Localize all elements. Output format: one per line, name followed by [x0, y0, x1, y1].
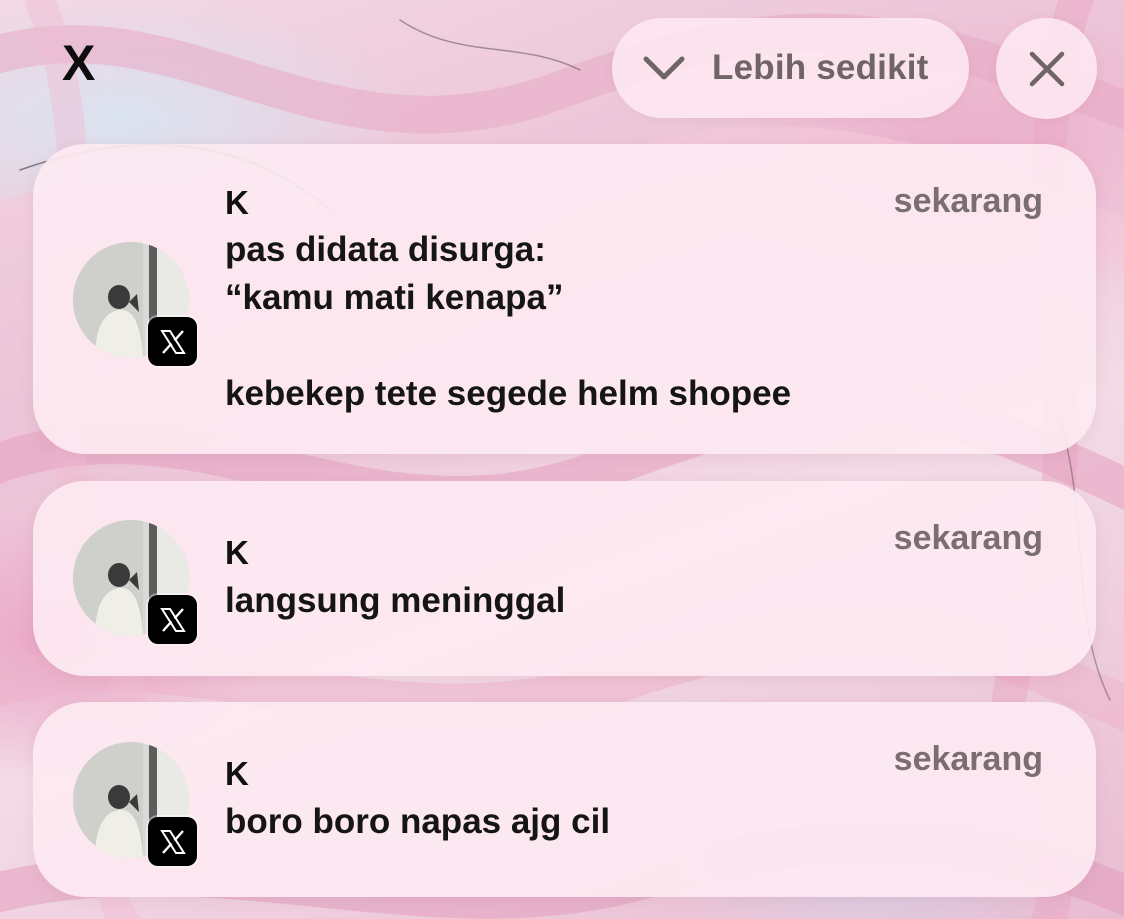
x-logo-icon — [148, 317, 197, 366]
message-line: kebekep tete segede helm shopee — [225, 374, 792, 413]
message-line: boro boro napas ajg cil — [225, 802, 611, 841]
notification-card[interactable]: K sekarang pas didata disurga: “kamu mat… — [33, 144, 1096, 454]
close-icon — [1029, 51, 1064, 86]
show-less-label: Lebih sedikit — [712, 48, 929, 87]
notification-message: boro boro napas ajg cil — [225, 804, 610, 852]
notification-sender: K — [225, 184, 249, 221]
message-line: pas didata disurga: — [225, 230, 546, 269]
clear-notifications-button[interactable] — [996, 18, 1097, 119]
notification-message: langsung meninggal — [225, 583, 565, 631]
show-less-button[interactable]: Lebih sedikit — [612, 18, 969, 118]
notification-card[interactable]: K sekarang boro boro napas ajg cil — [33, 702, 1096, 897]
message-line — [225, 328, 791, 376]
app-title: X — [62, 35, 96, 91]
message-line: langsung meninggal — [225, 581, 566, 620]
notification-sender: K — [225, 534, 249, 571]
x-logo-icon — [148, 595, 197, 644]
chevron-down-icon — [643, 56, 685, 80]
message-line: “kamu mati kenapa” — [225, 278, 564, 317]
notification-sender: K — [225, 755, 249, 792]
notification-time: sekarang — [893, 519, 1043, 557]
notification-time: sekarang — [893, 740, 1043, 778]
notification-card[interactable]: K sekarang langsung meninggal — [33, 481, 1096, 676]
x-logo-icon — [148, 817, 197, 866]
notification-message: pas didata disurga: “kamu mati kenapa” k… — [225, 232, 791, 424]
notification-time: sekarang — [893, 182, 1043, 220]
